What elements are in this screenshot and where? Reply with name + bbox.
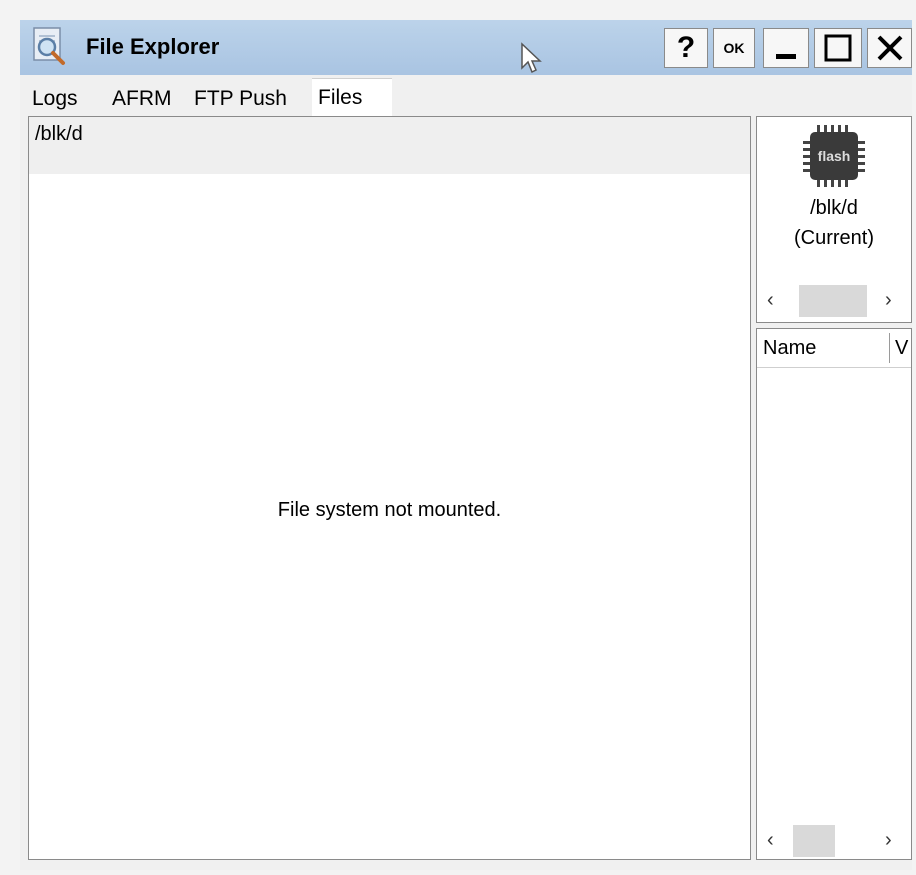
scroll-right-icon[interactable]: › [885, 289, 892, 312]
ok-button[interactable]: OK [713, 28, 755, 68]
mouse-cursor-icon [521, 42, 542, 74]
device-status: (Current) [793, 227, 874, 249]
minimize-icon [776, 54, 796, 59]
minimize-button[interactable] [763, 28, 809, 68]
maximize-icon [824, 34, 852, 62]
column-name-header[interactable]: Name [763, 337, 816, 360]
tab-label: Files [318, 86, 363, 109]
scroll-thumb[interactable] [799, 285, 867, 317]
file-view-pane[interactable]: /blk/d File system not mounted. [28, 116, 751, 860]
tab-ftp-push[interactable]: FTP Push [188, 82, 293, 116]
scroll-left-icon[interactable]: ‹ [767, 289, 774, 312]
tab-label: Logs [32, 87, 78, 110]
path-bar: /blk/d [29, 117, 750, 174]
scroll-right-icon[interactable]: › [885, 829, 892, 852]
chip-label: flash [818, 148, 851, 164]
column-v-header[interactable]: V [895, 337, 908, 360]
tab-label: AFRM [112, 87, 172, 110]
column-header: Name V [757, 329, 911, 368]
file-list[interactable]: Name V ‹ › [756, 328, 912, 860]
file-list-scrollbar[interactable]: ‹ › [757, 825, 911, 859]
device-item[interactable]: /blk/d (Current) [757, 193, 911, 253]
close-icon [877, 35, 902, 61]
tab-label: FTP Push [194, 87, 287, 110]
tab-logs[interactable]: Logs [26, 82, 84, 116]
window-title: File Explorer [86, 34, 220, 59]
title-bar[interactable]: File Explorer ? OK [20, 20, 912, 75]
current-path: /blk/d [35, 123, 83, 145]
device-list[interactable]: flash /blk/d (Current) ‹ › [756, 116, 912, 323]
column-divider[interactable] [889, 333, 890, 363]
help-button[interactable]: ? [664, 28, 708, 68]
flash-chip-icon: flash [803, 125, 865, 187]
device-path: /blk/d [810, 197, 858, 219]
tab-afrm[interactable]: AFRM [106, 82, 178, 116]
file-explorer-window: File Explorer ? OK Logs AFRM FTP Push Fi… [20, 20, 912, 870]
close-button[interactable] [867, 28, 912, 68]
magnifier-document-icon [33, 27, 65, 65]
status-message: File system not mounted. [277, 499, 502, 521]
help-label: ? [676, 31, 696, 64]
tab-bar: Logs AFRM FTP Push Files [20, 78, 912, 117]
scroll-thumb[interactable] [793, 825, 835, 857]
tab-files[interactable]: Files [312, 78, 392, 117]
ok-label: OK [723, 40, 745, 56]
scroll-left-icon[interactable]: ‹ [767, 829, 774, 852]
device-scrollbar[interactable]: ‹ › [757, 285, 911, 319]
maximize-button[interactable] [814, 28, 862, 68]
